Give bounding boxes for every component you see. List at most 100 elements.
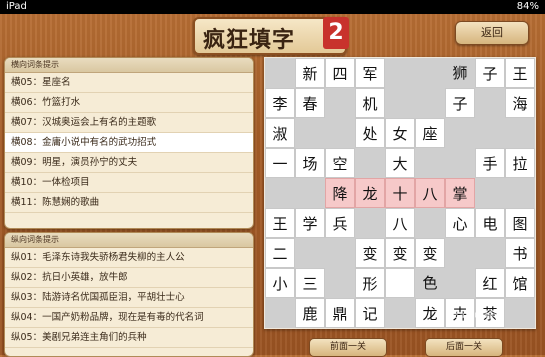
grid-cell <box>295 178 325 208</box>
down-clue-item[interactable]: 纵04：一国产奶粉品牌，现在是有毒的代名词 <box>5 308 253 328</box>
grid-cell[interactable]: 一 <box>265 148 295 178</box>
grid-cell <box>475 88 505 118</box>
grid-cell[interactable]: 海 <box>505 88 535 118</box>
grid-cell <box>475 118 505 148</box>
grid-cell <box>505 118 535 148</box>
across-clue-item[interactable]: 横11：陈慧娴的歌曲 <box>5 193 253 213</box>
grid-cell[interactable]: 记 <box>355 298 385 328</box>
grid-cell[interactable]: 卉 <box>445 298 475 328</box>
grid-cell[interactable]: 书 <box>505 238 535 268</box>
grid-cell <box>415 58 445 88</box>
grid-cell[interactable]: 小 <box>265 268 295 298</box>
across-clue-item[interactable]: 横07：汉城奥运会上有名的主题歌 <box>5 113 253 133</box>
carrier-label: iPad <box>6 1 27 12</box>
grid-cell <box>385 298 415 328</box>
grid-cell[interactable]: 电 <box>475 208 505 238</box>
across-clue-item[interactable]: 横09：明星，演员孙宁的丈夫 <box>5 153 253 173</box>
grid-cell[interactable]: 形 <box>355 268 385 298</box>
grid-cell[interactable]: 鹿 <box>295 298 325 328</box>
grid-cell[interactable]: 龙 <box>355 178 385 208</box>
down-clue-item[interactable]: 纵02：抗日小英雄，放牛郎 <box>5 268 253 288</box>
back-button[interactable]: 返回 <box>455 21 529 45</box>
grid-cell[interactable]: 座 <box>415 118 445 148</box>
down-clue-item[interactable]: 纵03：陆游诗名优国孤臣泪，平胡壮士心 <box>5 288 253 308</box>
across-clue-list: 横05：星座名 横06：竹篮打水 横07：汉城奥运会上有名的主题歌 横08：金庸小说中… <box>5 73 253 213</box>
grid-cell <box>385 88 415 118</box>
next-level-button[interactable]: 后面一关 <box>425 338 503 357</box>
grid-cell <box>415 88 445 118</box>
grid-cell <box>445 238 475 268</box>
grid-cell[interactable]: 李 <box>265 88 295 118</box>
grid-cell[interactable]: 二 <box>265 238 295 268</box>
grid-cell[interactable]: 王 <box>505 58 535 88</box>
grid-cell[interactable]: 掌 <box>445 178 475 208</box>
battery-label: 84% <box>516 1 539 12</box>
grid-cell[interactable]: 红 <box>475 268 505 298</box>
grid-cell <box>265 298 295 328</box>
title-number-badge: 2 <box>323 17 349 49</box>
game-title: 疯狂填字 <box>203 28 296 53</box>
game-title-plate: 疯狂填字 2 <box>193 17 349 55</box>
grid-cell: 狮 <box>445 58 475 88</box>
grid-cell[interactable]: 变 <box>355 238 385 268</box>
grid-cell[interactable]: 茶 <box>475 298 505 328</box>
grid-cell[interactable]: 空 <box>325 148 355 178</box>
grid-cell[interactable]: 王 <box>265 208 295 238</box>
grid-cell <box>325 268 355 298</box>
grid-cell <box>265 58 295 88</box>
grid-cell[interactable]: 军 <box>355 58 385 88</box>
grid-cell[interactable]: 心 <box>445 208 475 238</box>
grid-cell[interactable]: 鼎 <box>325 298 355 328</box>
grid-cell[interactable]: 变 <box>415 238 445 268</box>
grid-cell[interactable]: 场 <box>295 148 325 178</box>
grid-cell <box>505 178 535 208</box>
grid-cell[interactable]: 三 <box>295 268 325 298</box>
grid-cell[interactable]: 子 <box>475 58 505 88</box>
grid-cell: 色 <box>415 268 445 298</box>
grid-cell[interactable]: 学 <box>295 208 325 238</box>
grid-cell <box>295 118 325 148</box>
grid-cell[interactable]: 八 <box>415 178 445 208</box>
across-clue-item[interactable]: 横10：一体检项目 <box>5 173 253 193</box>
grid-cell[interactable]: 十 <box>385 178 415 208</box>
grid-cell[interactable]: 机 <box>355 88 385 118</box>
across-clue-item[interactable]: 横06：竹篮打水 <box>5 93 253 113</box>
grid-cell <box>505 298 535 328</box>
grid-cell[interactable]: 子 <box>445 88 475 118</box>
across-clue-item[interactable]: 横08：金庸小说中有名的武功招式 <box>5 133 253 153</box>
status-bar: iPad 84% <box>0 0 545 14</box>
grid-cell <box>295 238 325 268</box>
down-clue-item[interactable]: 纵01：毛泽东诗我失骄杨君失柳的主人公 <box>5 248 253 268</box>
previous-level-button[interactable]: 前面一关 <box>309 338 387 357</box>
grid-cell[interactable]: 馆 <box>505 268 535 298</box>
grid-cell[interactable] <box>385 268 415 298</box>
grid-cell[interactable]: 四 <box>325 58 355 88</box>
down-clues-header: 纵向词条提示 <box>5 233 253 248</box>
grid-cell <box>355 148 385 178</box>
grid-cell[interactable]: 图 <box>505 208 535 238</box>
grid-cell[interactable]: 拉 <box>505 148 535 178</box>
crossword-grid: 新四军狮子王李春机子海淑处女座一场空大手拉降龙十八掌王学兵八心电图二变变变书小三… <box>264 57 536 329</box>
grid-cell[interactable]: 降 <box>325 178 355 208</box>
grid-cell <box>445 148 475 178</box>
grid-cell[interactable]: 女 <box>385 118 415 148</box>
grid-cell <box>475 178 505 208</box>
grid-cell <box>325 118 355 148</box>
across-clue-item[interactable]: 横05：星座名 <box>5 73 253 93</box>
grid-cell[interactable]: 手 <box>475 148 505 178</box>
grid-cell[interactable]: 龙 <box>415 298 445 328</box>
grid-cell[interactable]: 春 <box>295 88 325 118</box>
across-clues-header: 横向词条提示 <box>5 58 253 73</box>
down-clue-item[interactable]: 纵05：美剧兄弟连主角们的兵种 <box>5 328 253 348</box>
grid-cell <box>355 208 385 238</box>
grid-cell[interactable]: 新 <box>295 58 325 88</box>
grid-cell[interactable]: 大 <box>385 148 415 178</box>
across-clues-panel: 横向词条提示 横05：星座名 横06：竹篮打水 横07：汉城奥运会上有名的主题歌 横0… <box>4 57 254 229</box>
grid-cell[interactable]: 淑 <box>265 118 295 148</box>
grid-cell[interactable]: 兵 <box>325 208 355 238</box>
grid-cell <box>385 58 415 88</box>
grid-cell[interactable]: 变 <box>385 238 415 268</box>
grid-cell[interactable]: 处 <box>355 118 385 148</box>
grid-cell <box>415 208 445 238</box>
grid-cell[interactable]: 八 <box>385 208 415 238</box>
